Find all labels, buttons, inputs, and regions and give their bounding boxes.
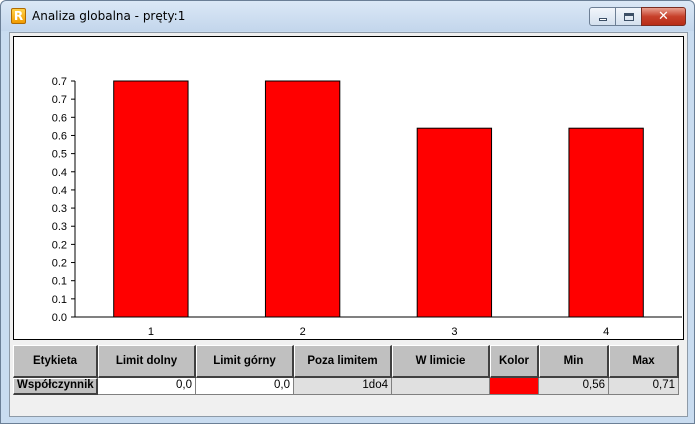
close-icon: ✕ — [658, 9, 669, 24]
limit-gorny-cell[interactable]: 0,0 — [196, 378, 294, 395]
x-tick-label: 3 — [451, 326, 457, 338]
bar-3 — [416, 127, 493, 318]
y-tick-label: 0.5 — [52, 149, 67, 161]
y-tick-label: 0.7 — [52, 94, 67, 106]
max-cell: 0,71 — [609, 378, 679, 395]
col-header-kolor[interactable]: Kolor — [490, 345, 539, 378]
maximize-icon — [623, 12, 634, 21]
window-title: Analiza globalna - pręty:1 — [32, 9, 186, 23]
minimize-button[interactable] — [589, 7, 616, 26]
x-tick-label: 1 — [148, 326, 154, 338]
application-window: R Analiza globalna - pręty:1 ✕ 0.0 0.1 0.1… — [0, 0, 695, 424]
bar-chart: 0.0 0.1 0.1 0.2 0.2 0.3 0.3 0.4 0.4 0.5 0.6 0.6 0.7 0… — [52, 76, 682, 338]
bar-4 — [568, 127, 644, 318]
limit-dolny-cell[interactable]: 0,0 — [98, 378, 196, 395]
limits-table: Etykieta Limit dolny Limit górny Poza li… — [13, 345, 683, 395]
color-swatch-cell[interactable] — [490, 378, 539, 395]
table-header-row: Etykieta Limit dolny Limit górny Poza li… — [13, 345, 683, 378]
y-tick-label: 0.4 — [52, 167, 67, 179]
client-area: 0.0 0.1 0.1 0.2 0.2 0.3 0.3 0.4 0.4 0.5 0.6 0.6 0.7 0… — [9, 32, 688, 417]
chart-panel: 0.0 0.1 0.1 0.2 0.2 0.3 0.3 0.4 0.4 0.5 0.6 0.6 0.7 0… — [13, 36, 684, 340]
y-tick-label: 0.4 — [52, 185, 67, 197]
col-header-w-limicie[interactable]: W limicie — [392, 345, 490, 378]
y-tick-label: 0.7 — [52, 76, 67, 88]
bar-2 — [264, 80, 341, 318]
y-tick-label: 0.2 — [52, 239, 67, 251]
col-header-limit-gorny[interactable]: Limit górny — [196, 345, 294, 378]
app-icon: R — [11, 8, 26, 24]
title-bar[interactable]: R Analiza globalna - pręty:1 ✕ — [1, 1, 694, 31]
x-tick-label: 2 — [300, 326, 306, 338]
col-header-limit-dolny[interactable]: Limit dolny — [98, 345, 196, 378]
row-label-wspolczynnik[interactable]: Współczynnik — [13, 378, 98, 395]
y-tick-label: 0.6 — [52, 130, 67, 142]
y-tick-label: 0.6 — [52, 112, 67, 124]
col-header-poza-limitem[interactable]: Poza limitem — [294, 345, 392, 378]
minimize-icon — [598, 18, 607, 21]
y-tick-label: 0.0 — [52, 312, 67, 324]
window-controls: ✕ — [589, 7, 686, 27]
w-limicie-cell — [392, 378, 490, 395]
min-cell: 0,56 — [539, 378, 609, 395]
maximize-button[interactable] — [615, 7, 642, 26]
table-row: Współczynnik 0,0 0,0 1do4 0,56 0,71 — [13, 378, 683, 395]
col-header-max[interactable]: Max — [609, 345, 679, 378]
y-tick-label: 0.2 — [52, 258, 67, 270]
y-tick-label: 0.3 — [52, 203, 67, 215]
bar-1 — [113, 80, 189, 318]
close-button[interactable]: ✕ — [641, 7, 686, 26]
y-tick-label: 0.1 — [52, 294, 67, 306]
y-tick-label: 0.3 — [52, 221, 67, 233]
y-tick-label: 0.1 — [52, 276, 67, 288]
col-header-min[interactable]: Min — [539, 345, 609, 378]
x-tick-label: 4 — [603, 326, 609, 338]
poza-limitem-cell: 1do4 — [294, 378, 392, 395]
col-header-etykieta[interactable]: Etykieta — [13, 345, 98, 378]
